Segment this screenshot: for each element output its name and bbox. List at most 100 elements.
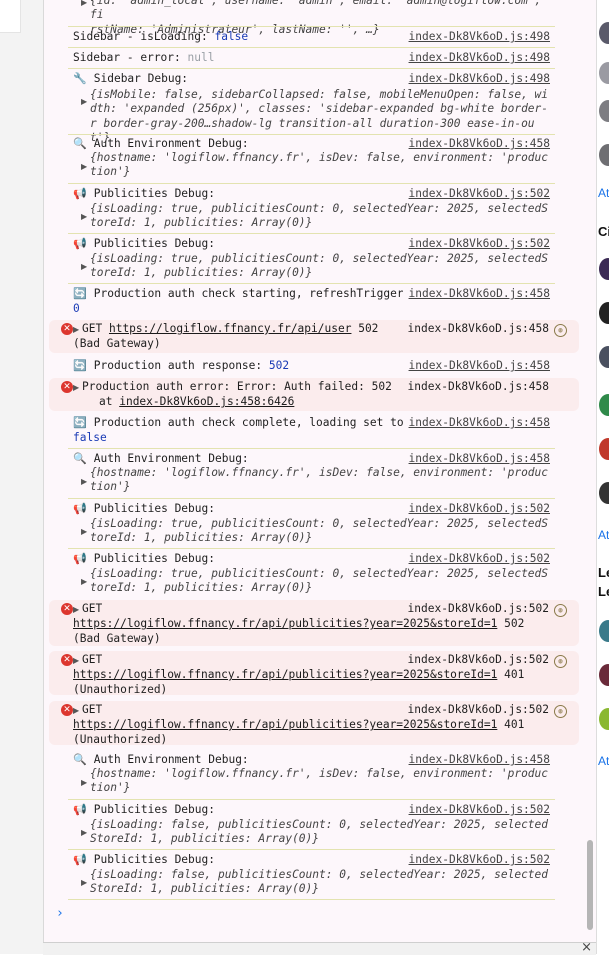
message-text: Publicities Debug:: [93, 237, 215, 250]
stack-frame-link[interactable]: index-Dk8Vk6oD.js:458:6426: [119, 395, 294, 408]
message-value: 0: [73, 302, 80, 315]
avatar: [599, 144, 609, 166]
message-text: Production auth response:: [93, 359, 269, 372]
error-message: ✕ ▶ Production auth error: Error: Auth fa…: [49, 378, 579, 411]
source-link[interactable]: index-Dk8Vk6oD.js:458: [409, 753, 550, 767]
status-code: 401: [504, 718, 525, 732]
source-link[interactable]: index-Dk8Vk6oD.js:502: [409, 803, 550, 817]
request-url-link[interactable]: https://logiflow.ffnancy.fr/api/publicit…: [73, 668, 497, 681]
source-link[interactable]: index-Dk8Vk6oD.js:502: [409, 853, 550, 867]
expand-triangle-icon[interactable]: ▶: [73, 381, 82, 395]
source-link[interactable]: index-Dk8Vk6oD.js:458: [408, 380, 549, 393]
network-globe-icon[interactable]: ◍: [554, 604, 567, 617]
message-text: Production auth check complete, loading …: [93, 416, 404, 429]
status-code: 502: [504, 617, 525, 631]
source-link[interactable]: index-Dk8Vk6oD.js:498: [409, 30, 550, 44]
console-scrollbar[interactable]: [587, 840, 593, 930]
expand-triangle-icon[interactable]: ▶: [81, 575, 90, 589]
message-text: Auth Environment Debug:: [93, 137, 249, 150]
expand-triangle-icon[interactable]: ▶: [73, 603, 82, 617]
status-text: (Bad Gateway): [73, 631, 161, 645]
source-link[interactable]: index-Dk8Vk6oD.js:498: [409, 72, 550, 86]
object-preview[interactable]: {isLoading: true, publicitiesCount: 0, s…: [90, 202, 552, 231]
expand-triangle-icon[interactable]: ▶: [73, 323, 82, 337]
object-preview[interactable]: {isLoading: false, publicitiesCount: 0, …: [90, 868, 552, 897]
message-text: Auth Environment Debug:: [93, 452, 249, 465]
object-preview[interactable]: {isLoading: true, publicitiesCount: 0, s…: [90, 567, 552, 596]
megaphone-icon: 📢: [73, 237, 87, 250]
source-link[interactable]: index-Dk8Vk6oD.js:498: [409, 51, 550, 65]
request-url-link[interactable]: https://logiflow.ffnancy.fr/api/publicit…: [73, 617, 497, 630]
expand-triangle-icon[interactable]: ▶: [73, 654, 82, 668]
source-link[interactable]: index-Dk8Vk6oD.js:458: [409, 416, 550, 430]
message-value: null: [187, 51, 215, 64]
request-method: GET: [82, 653, 103, 666]
expand-triangle-icon[interactable]: ▶: [81, 0, 90, 10]
side-heading: Ci: [598, 224, 609, 239]
close-icon[interactable]: ×: [581, 940, 592, 955]
wrench-icon: 🔧: [73, 72, 87, 85]
source-link[interactable]: index-Dk8Vk6oD.js:502: [408, 703, 549, 716]
avatar: [599, 482, 609, 504]
expand-triangle-icon[interactable]: ▶: [81, 160, 90, 174]
expand-triangle-icon[interactable]: ▶: [81, 260, 90, 274]
message-text: Sidebar - error:: [73, 51, 188, 64]
network-globe-icon[interactable]: ◍: [554, 324, 567, 337]
message-separator: [68, 26, 555, 27]
avatar: [599, 302, 609, 324]
console-prompt[interactable]: ›: [56, 906, 64, 921]
status-text: (Unauthorized): [73, 732, 168, 746]
source-link[interactable]: index-Dk8Vk6oD.js:502: [409, 237, 550, 251]
source-link[interactable]: index-Dk8Vk6oD.js:502: [409, 187, 550, 201]
message-separator: [68, 899, 555, 900]
refresh-icon: 🔄: [73, 287, 87, 300]
network-globe-icon[interactable]: ◍: [554, 655, 567, 668]
source-link[interactable]: index-Dk8Vk6oD.js:502: [408, 653, 549, 666]
message-separator: [68, 134, 555, 135]
avatar: [599, 62, 609, 84]
avatar: [599, 258, 609, 280]
source-link[interactable]: index-Dk8Vk6oD.js:458: [409, 452, 550, 466]
page-left-edge: [0, 0, 43, 954]
error-icon: ✕: [61, 323, 73, 335]
object-preview[interactable]: {isLoading: true, publicitiesCount: 0, s…: [90, 517, 552, 546]
request-method: GET: [82, 322, 103, 335]
expand-triangle-icon[interactable]: ▶: [81, 475, 90, 489]
right-page-edge: At Ci At Le Le At: [596, 0, 609, 954]
network-globe-icon[interactable]: ◍: [554, 705, 567, 718]
side-link[interactable]: At: [598, 186, 609, 200]
avatar: [599, 346, 609, 368]
expand-triangle-icon[interactable]: ▶: [81, 210, 90, 224]
source-link[interactable]: index-Dk8Vk6oD.js:458: [408, 322, 549, 335]
expand-triangle-icon[interactable]: ▶: [81, 876, 90, 890]
expand-triangle-icon[interactable]: ▶: [73, 704, 82, 718]
object-preview[interactable]: {hostname: 'logiflow.ffnancy.fr', isDev:…: [90, 151, 552, 180]
object-preview[interactable]: {hostname: 'logiflow.ffnancy.fr', isDev:…: [90, 466, 552, 495]
side-link[interactable]: At: [598, 754, 609, 768]
megaphone-icon: 📢: [73, 803, 87, 816]
status-text: (Bad Gateway): [73, 337, 161, 351]
message-separator: [68, 183, 555, 184]
expand-triangle-icon[interactable]: ▶: [81, 525, 90, 539]
object-preview[interactable]: {isLoading: false, publicitiesCount: 0, …: [90, 818, 552, 847]
source-link[interactable]: index-Dk8Vk6oD.js:502: [409, 552, 550, 566]
source-link[interactable]: index-Dk8Vk6oD.js:502: [408, 602, 549, 615]
devtools-console[interactable]: ▶ {id: 'admin_local', username: 'admin',…: [43, 0, 597, 942]
expand-triangle-icon[interactable]: ▶: [81, 776, 90, 790]
object-preview[interactable]: {isLoading: true, publicitiesCount: 0, s…: [90, 252, 552, 281]
object-preview[interactable]: {hostname: 'logiflow.ffnancy.fr', isDev:…: [90, 767, 552, 796]
source-link[interactable]: index-Dk8Vk6oD.js:502: [409, 502, 550, 516]
source-link[interactable]: index-Dk8Vk6oD.js:458: [402, 287, 550, 302]
page-card-edge: [0, 0, 21, 33]
source-link[interactable]: index-Dk8Vk6oD.js:458: [409, 359, 550, 373]
avatar: [599, 394, 609, 416]
request-url-link[interactable]: https://logiflow.ffnancy.fr/api/publicit…: [73, 718, 497, 731]
message-text: Publicities Debug:: [93, 552, 215, 565]
side-link[interactable]: At: [598, 528, 609, 542]
message-text: Sidebar Debug:: [93, 72, 189, 85]
source-link[interactable]: index-Dk8Vk6oD.js:458: [409, 137, 550, 151]
expand-triangle-icon[interactable]: ▶: [81, 95, 90, 109]
error-icon: ✕: [61, 603, 73, 615]
expand-triangle-icon[interactable]: ▶: [81, 826, 90, 840]
request-url-link[interactable]: https://logiflow.ffnancy.fr/api/user: [109, 322, 351, 335]
